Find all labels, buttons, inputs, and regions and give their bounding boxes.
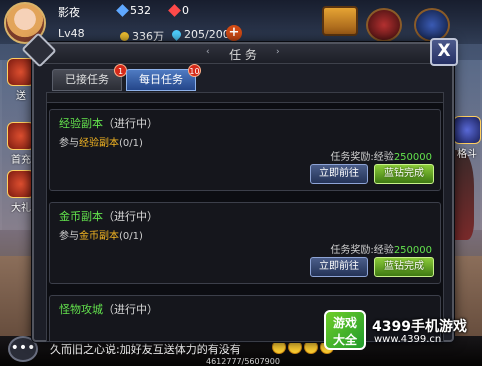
- quest-card: 经验副本（进行中） 参与经验副本(0/1) 任务奖励:经验250000 立即前往…: [49, 109, 441, 191]
- diamond-complete-button[interactable]: 蓝钻完成: [374, 257, 434, 277]
- quest-desc-target: 经验副本: [79, 138, 119, 149]
- big-gift-icon: [7, 170, 35, 198]
- go-now-button[interactable]: 立即前往: [310, 164, 368, 184]
- quest-status: （进行中）: [103, 210, 158, 223]
- emoji-icon: [304, 340, 318, 354]
- tab-label: 每日任务: [139, 73, 183, 86]
- energy-counter: 205/200: [170, 28, 230, 41]
- add-energy-button[interactable]: +: [226, 25, 242, 41]
- quest-name: 经验副本: [59, 117, 103, 130]
- diamond-complete-button[interactable]: 蓝钻完成: [374, 164, 434, 184]
- treasure-chest-icon[interactable]: [322, 6, 358, 36]
- task-dialog: ‹ 任 务 › X 已接任务 1 每日任务 10 经验副本（进行中） 参与经验副…: [21, 32, 458, 342]
- quest-description: 参与经验副本(0/1): [59, 134, 143, 149]
- quest-desc-prefix: 参与: [59, 231, 79, 242]
- watermark-logo-text: 游戏: [332, 316, 357, 330]
- experience-readout: 4612777/5607900: [206, 357, 280, 366]
- shop-orb-icon[interactable]: [414, 8, 450, 42]
- watermark-logo: 游戏 大全: [324, 310, 366, 350]
- emoji-icon: [272, 340, 286, 354]
- activity-orb-icon[interactable]: [366, 8, 402, 42]
- quest-status: （进行中）: [103, 303, 158, 316]
- quest-reward: 任务奖励:经验250000: [330, 241, 432, 256]
- quest-title: 金币副本（进行中）: [59, 208, 158, 224]
- top-hud: 影夜 Lv48 532 0 336万 205/200 +: [0, 0, 482, 44]
- tab-label: 已接任务: [65, 73, 109, 86]
- quest-card: 金币副本（进行中） 参与金币副本(0/1) 任务奖励:经验250000 立即前往…: [49, 202, 441, 284]
- quest-reward: 任务奖励:经验250000: [330, 148, 432, 163]
- side-button-label: 格斗: [457, 149, 477, 160]
- diamond-icon: [116, 4, 129, 17]
- player-level: Lv48: [58, 27, 85, 40]
- chat-message: 久而旧之心说:加好友互送体力的有没有: [50, 343, 241, 356]
- tab-accepted-tasks[interactable]: 已接任务 1: [52, 64, 127, 91]
- watermark-site-url: www.4399.cn: [374, 334, 442, 345]
- quest-progress: (0/1): [119, 138, 143, 149]
- energy-icon: [170, 28, 183, 41]
- quest-list[interactable]: 经验副本（进行中） 参与经验副本(0/1) 任务奖励:经验250000 立即前往…: [46, 92, 444, 342]
- quest-reward-value: 250000: [393, 152, 432, 163]
- quest-status: （进行中）: [103, 117, 158, 130]
- quest-name: 怪物攻城: [59, 303, 103, 316]
- dialog-header: ‹ 任 务 ›: [34, 44, 452, 64]
- quest-progress: (0/1): [119, 231, 143, 242]
- tab-badge: 10: [188, 64, 201, 77]
- quest-reward-label: 任务奖励:经验: [330, 152, 394, 163]
- diamond-value: 532: [130, 4, 151, 17]
- ruby-counter: 0: [168, 4, 189, 17]
- diamond-counter: 532: [116, 4, 151, 17]
- fight-icon: [453, 116, 481, 144]
- gift-icon: [7, 58, 35, 86]
- emoji-icon: [288, 340, 302, 354]
- ruby-icon: [168, 4, 181, 17]
- watermark-logo-text: 大全: [332, 333, 357, 347]
- quest-desc-prefix: 参与: [59, 138, 79, 149]
- first-recharge-icon: [7, 122, 35, 150]
- go-now-button[interactable]: 立即前往: [310, 257, 368, 277]
- quest-desc-target: 金币副本: [79, 231, 119, 242]
- side-button-fight[interactable]: 格斗: [452, 116, 482, 160]
- quest-title: 经验副本（进行中）: [59, 115, 158, 131]
- coin-icon: [120, 31, 129, 41]
- tab-daily-tasks[interactable]: 每日任务 10: [126, 64, 201, 91]
- quest-reward-value: 250000: [393, 245, 432, 256]
- quest-name: 金币副本: [59, 210, 103, 223]
- watermark-site-name: 4399手机游戏: [372, 319, 467, 335]
- energy-value: 205/200: [184, 28, 230, 41]
- quest-reward-label: 任务奖励:经验: [330, 245, 394, 256]
- close-button[interactable]: X: [430, 38, 458, 66]
- player-name: 影夜: [58, 6, 80, 19]
- quest-card-partial: [47, 93, 443, 103]
- quest-description: 参与金币副本(0/1): [59, 227, 143, 242]
- arrow-right-icon: ›: [276, 47, 280, 57]
- quest-title: 怪物攻城（进行中）: [59, 301, 158, 317]
- dialog-title: 任 务: [229, 48, 257, 62]
- ruby-value: 0: [182, 4, 189, 17]
